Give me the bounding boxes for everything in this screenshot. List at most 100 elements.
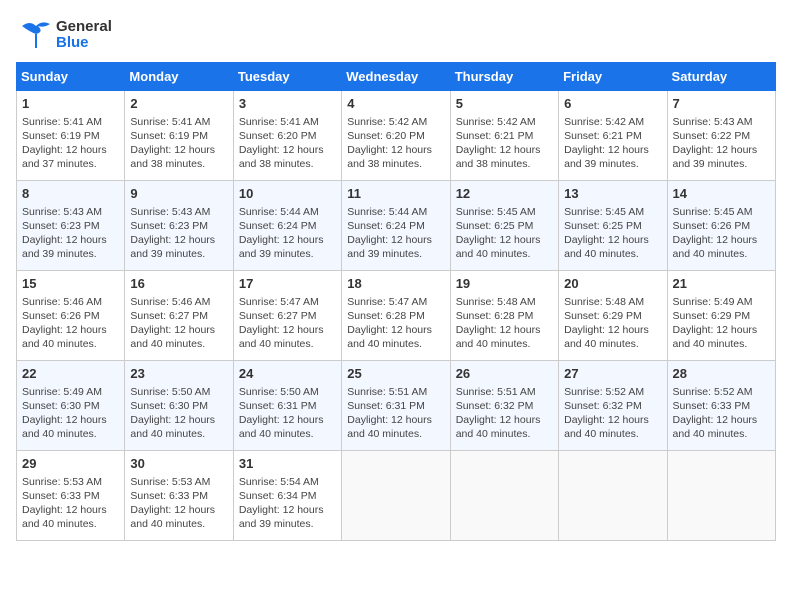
- day-info: Sunrise: 5:45 AMSunset: 6:25 PMDaylight:…: [564, 205, 661, 262]
- day-number: 20: [564, 275, 661, 293]
- calendar-cell: 9 Sunrise: 5:43 AMSunset: 6:23 PMDaylight…: [125, 181, 233, 271]
- day-number: 5: [456, 95, 553, 113]
- day-header-monday: Monday: [125, 63, 233, 91]
- calendar-cell: 10Sunrise: 5:44 AMSunset: 6:24 PMDayligh…: [233, 181, 341, 271]
- day-number: 10: [239, 185, 336, 203]
- calendar-cell: 1 Sunrise: 5:41 AMSunset: 6:19 PMDaylight…: [17, 91, 125, 181]
- day-info: Sunrise: 5:52 AMSunset: 6:33 PMDaylight:…: [673, 385, 770, 442]
- calendar-table: SundayMondayTuesdayWednesdayThursdayFrid…: [16, 62, 776, 541]
- day-number: 2: [130, 95, 227, 113]
- day-info: Sunrise: 5:42 AMSunset: 6:21 PMDaylight:…: [564, 115, 661, 172]
- day-number: 3: [239, 95, 336, 113]
- calendar-cell: [667, 451, 775, 541]
- day-info: Sunrise: 5:41 AMSunset: 6:19 PMDaylight:…: [22, 115, 119, 172]
- calendar-week-4: 22 Sunrise: 5:49 AMSunset: 6:30 PMDayligh…: [17, 361, 776, 451]
- day-number: 27: [564, 365, 661, 383]
- header-row: SundayMondayTuesdayWednesdayThursdayFrid…: [17, 63, 776, 91]
- calendar-week-3: 15Sunrise: 5:46 AMSunset: 6:26 PMDayligh…: [17, 271, 776, 361]
- calendar-cell: [450, 451, 558, 541]
- day-info: Sunrise: 5:45 AMSunset: 6:26 PMDaylight:…: [673, 205, 770, 262]
- day-info: Sunrise: 5:48 AMSunset: 6:28 PMDaylight:…: [456, 295, 553, 352]
- day-header-tuesday: Tuesday: [233, 63, 341, 91]
- calendar-cell: 27 Sunrise: 5:52 AMSunset: 6:32 PMDayligh…: [559, 361, 667, 451]
- day-info: Sunrise: 5:49 AMSunset: 6:30 PMDaylight:…: [22, 385, 119, 442]
- day-number: 23: [130, 365, 227, 383]
- day-number: 29: [22, 455, 119, 473]
- calendar-cell: 11 Sunrise: 5:44 AMSunset: 6:24 PMDayligh…: [342, 181, 450, 271]
- day-number: 18: [347, 275, 444, 293]
- day-number: 6: [564, 95, 661, 113]
- day-info: Sunrise: 5:42 AMSunset: 6:20 PMDaylight:…: [347, 115, 444, 172]
- logo-bird-icon: [16, 16, 54, 54]
- calendar-cell: 25 Sunrise: 5:51 AMSunset: 6:31 PMDayligh…: [342, 361, 450, 451]
- day-info: Sunrise: 5:46 AMSunset: 6:27 PMDaylight:…: [130, 295, 227, 352]
- calendar-week-2: 8 Sunrise: 5:43 AMSunset: 6:23 PMDaylight…: [17, 181, 776, 271]
- calendar-week-5: 29 Sunrise: 5:53 AMSunset: 6:33 PMDayligh…: [17, 451, 776, 541]
- calendar-cell: 16 Sunrise: 5:46 AMSunset: 6:27 PMDayligh…: [125, 271, 233, 361]
- day-number: 25: [347, 365, 444, 383]
- day-header-saturday: Saturday: [667, 63, 775, 91]
- day-number: 13: [564, 185, 661, 203]
- calendar-cell: 20 Sunrise: 5:48 AMSunset: 6:29 PMDayligh…: [559, 271, 667, 361]
- calendar-cell: 2 Sunrise: 5:41 AMSunset: 6:19 PMDaylight…: [125, 91, 233, 181]
- day-number: 19: [456, 275, 553, 293]
- calendar-cell: 14 Sunrise: 5:45 AMSunset: 6:26 PMDayligh…: [667, 181, 775, 271]
- day-info: Sunrise: 5:42 AMSunset: 6:21 PMDaylight:…: [456, 115, 553, 172]
- day-number: 22: [22, 365, 119, 383]
- day-info: Sunrise: 5:51 AMSunset: 6:31 PMDaylight:…: [347, 385, 444, 442]
- calendar-cell: 29 Sunrise: 5:53 AMSunset: 6:33 PMDayligh…: [17, 451, 125, 541]
- calendar-cell: 3 Sunrise: 5:41 AMSunset: 6:20 PMDaylight…: [233, 91, 341, 181]
- day-info: Sunrise: 5:49 AMSunset: 6:29 PMDaylight:…: [673, 295, 770, 352]
- day-number: 16: [130, 275, 227, 293]
- calendar-cell: 30 Sunrise: 5:53 AMSunset: 6:33 PMDayligh…: [125, 451, 233, 541]
- day-info: Sunrise: 5:53 AMSunset: 6:33 PMDaylight:…: [22, 475, 119, 532]
- calendar-cell: 22 Sunrise: 5:49 AMSunset: 6:30 PMDayligh…: [17, 361, 125, 451]
- calendar-cell: 12 Sunrise: 5:45 AMSunset: 6:25 PMDayligh…: [450, 181, 558, 271]
- calendar-cell: 23 Sunrise: 5:50 AMSunset: 6:30 PMDayligh…: [125, 361, 233, 451]
- day-number: 24: [239, 365, 336, 383]
- calendar-cell: 28 Sunrise: 5:52 AMSunset: 6:33 PMDayligh…: [667, 361, 775, 451]
- calendar-cell: 13 Sunrise: 5:45 AMSunset: 6:25 PMDayligh…: [559, 181, 667, 271]
- day-number: 8: [22, 185, 119, 203]
- day-number: 17: [239, 275, 336, 293]
- day-number: 28: [673, 365, 770, 383]
- calendar-cell: 17 Sunrise: 5:47 AMSunset: 6:27 PMDayligh…: [233, 271, 341, 361]
- day-header-friday: Friday: [559, 63, 667, 91]
- day-info: Sunrise: 5:52 AMSunset: 6:32 PMDaylight:…: [564, 385, 661, 442]
- calendar-cell: 8 Sunrise: 5:43 AMSunset: 6:23 PMDaylight…: [17, 181, 125, 271]
- day-number: 1: [22, 95, 119, 113]
- day-info: Sunrise: 5:47 AMSunset: 6:27 PMDaylight:…: [239, 295, 336, 352]
- calendar-cell: 21Sunrise: 5:49 AMSunset: 6:29 PMDayligh…: [667, 271, 775, 361]
- day-info: Sunrise: 5:50 AMSunset: 6:30 PMDaylight:…: [130, 385, 227, 442]
- calendar-cell: 7Sunrise: 5:43 AMSunset: 6:22 PMDaylight…: [667, 91, 775, 181]
- calendar-cell: 4 Sunrise: 5:42 AMSunset: 6:20 PMDaylight…: [342, 91, 450, 181]
- day-info: Sunrise: 5:43 AMSunset: 6:23 PMDaylight:…: [130, 205, 227, 262]
- calendar-cell: 26 Sunrise: 5:51 AMSunset: 6:32 PMDayligh…: [450, 361, 558, 451]
- day-number: 4: [347, 95, 444, 113]
- day-info: Sunrise: 5:46 AMSunset: 6:26 PMDaylight:…: [22, 295, 119, 352]
- day-header-thursday: Thursday: [450, 63, 558, 91]
- day-info: Sunrise: 5:45 AMSunset: 6:25 PMDaylight:…: [456, 205, 553, 262]
- day-info: Sunrise: 5:53 AMSunset: 6:33 PMDaylight:…: [130, 475, 227, 532]
- day-info: Sunrise: 5:50 AMSunset: 6:31 PMDaylight:…: [239, 385, 336, 442]
- day-info: Sunrise: 5:41 AMSunset: 6:19 PMDaylight:…: [130, 115, 227, 172]
- calendar-cell: 5 Sunrise: 5:42 AMSunset: 6:21 PMDaylight…: [450, 91, 558, 181]
- day-info: Sunrise: 5:41 AMSunset: 6:20 PMDaylight:…: [239, 115, 336, 172]
- day-number: 11: [347, 185, 444, 203]
- calendar-cell: [342, 451, 450, 541]
- day-info: Sunrise: 5:43 AMSunset: 6:23 PMDaylight:…: [22, 205, 119, 262]
- day-info: Sunrise: 5:44 AMSunset: 6:24 PMDaylight:…: [347, 205, 444, 262]
- calendar-week-1: 1 Sunrise: 5:41 AMSunset: 6:19 PMDaylight…: [17, 91, 776, 181]
- day-number: 12: [456, 185, 553, 203]
- calendar-cell: 19 Sunrise: 5:48 AMSunset: 6:28 PMDayligh…: [450, 271, 558, 361]
- day-info: Sunrise: 5:43 AMSunset: 6:22 PMDaylight:…: [673, 115, 770, 172]
- page-header: General Blue: [16, 16, 776, 54]
- logo-svg: General Blue: [16, 16, 112, 54]
- day-info: Sunrise: 5:48 AMSunset: 6:29 PMDaylight:…: [564, 295, 661, 352]
- day-info: Sunrise: 5:51 AMSunset: 6:32 PMDaylight:…: [456, 385, 553, 442]
- day-number: 26: [456, 365, 553, 383]
- day-number: 14: [673, 185, 770, 203]
- day-number: 9: [130, 185, 227, 203]
- day-number: 30: [130, 455, 227, 473]
- logo-general-text: General: [56, 19, 112, 36]
